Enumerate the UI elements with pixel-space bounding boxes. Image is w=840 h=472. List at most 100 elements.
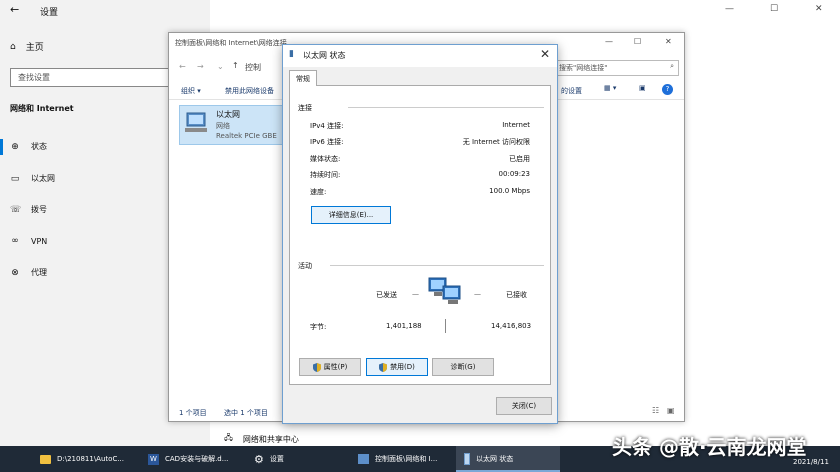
taskbar-item-ethernet-status[interactable]: 以太网 状态 xyxy=(456,446,560,472)
uac-shield-icon xyxy=(379,362,388,372)
diagnose-button[interactable]: 诊断(G) xyxy=(432,358,494,376)
connection-group-label: 连接 xyxy=(298,104,312,112)
cp-minimize-button[interactable]: — xyxy=(605,37,613,46)
media-state-value: 已启用 xyxy=(509,155,530,163)
activity-computers-icon xyxy=(428,277,461,304)
large-icons-view-icon[interactable]: ▣ xyxy=(667,406,675,415)
link-label: 网络和共享中心 xyxy=(242,434,299,444)
nav-label: 状态 xyxy=(31,142,47,151)
gear-icon: ⚙ xyxy=(254,452,264,466)
proxy-icon: ⊗ xyxy=(11,267,19,278)
ipv4-label: IPv4 连接: xyxy=(310,122,344,130)
taskbar-item-settings[interactable]: ⚙ 设置 xyxy=(246,446,350,472)
item-name: 以太网 xyxy=(216,110,240,119)
sent-dash: — xyxy=(412,290,419,298)
divider xyxy=(330,265,544,266)
nav-item-vpn[interactable]: ∞ VPN xyxy=(10,236,47,246)
details-button[interactable]: 详细信息(E)... xyxy=(311,206,391,224)
taskbar-item-explorer[interactable]: D:\210811\AutoC... xyxy=(32,446,136,472)
up-icon[interactable]: ↑ xyxy=(232,61,239,70)
network-sharing-center-link[interactable]: 🖧 网络和共享中心 xyxy=(224,432,299,446)
word-icon: W xyxy=(148,453,159,465)
control-panel-icon xyxy=(358,454,369,464)
item-sub: 网络 xyxy=(216,122,230,130)
cp-maximize-button[interactable]: ☐ xyxy=(634,37,641,46)
home-label: 主页 xyxy=(25,43,44,53)
nav-item-dialup[interactable]: ☏ 拨号 xyxy=(10,204,47,215)
folder-icon xyxy=(40,454,51,464)
dialog-title: 以太网 状态 xyxy=(303,51,346,60)
cp-search-input[interactable]: 搜索"网络连接" ⌕ xyxy=(554,60,679,76)
back-arrow-icon[interactable]: ← xyxy=(10,3,19,16)
general-tab-panel: 连接 IPv4 连接: Internet IPv6 连接: 无 Internet… xyxy=(289,85,551,385)
back-icon[interactable]: ← xyxy=(179,62,186,71)
network-adapter-icon xyxy=(185,112,207,132)
duration-label: 持续时间: xyxy=(310,171,341,179)
nav-item-proxy[interactable]: ⊗ 代理 xyxy=(10,267,47,278)
nav-item-status[interactable]: ⊕ 状态 xyxy=(10,141,47,152)
cp-close-button[interactable]: ✕ xyxy=(665,37,672,46)
taskbar-label: 以太网 状态 xyxy=(476,455,514,463)
nav-active-indicator xyxy=(0,139,3,155)
search-icon: ⌕ xyxy=(670,62,674,70)
help-icon[interactable]: ? xyxy=(662,84,673,95)
dialup-icon: ☏ xyxy=(10,204,22,215)
view-options-icon[interactable]: ▦ ▾ xyxy=(604,84,616,92)
taskbar-label: CAD安装与破解.d... xyxy=(165,455,229,463)
settings-close-button[interactable]: ✕ xyxy=(815,4,823,14)
status-selected: 选中 1 个项目 xyxy=(224,409,268,417)
settings-title: 设置 xyxy=(40,8,59,18)
nav-label: VPN xyxy=(31,236,48,246)
nav-label: 拨号 xyxy=(31,205,47,214)
speed-label: 速度: xyxy=(310,188,327,196)
forward-icon[interactable]: → xyxy=(197,62,204,71)
bytes-sent-value: 1,401,188 xyxy=(386,322,422,330)
bytes-label: 字节: xyxy=(310,323,327,331)
home-nav-item[interactable]: ⌂ 主页 xyxy=(10,40,44,54)
taskbar-label: 控制面板\网络和 I... xyxy=(375,455,438,463)
address-segment[interactable]: 控制 xyxy=(245,62,261,73)
status-icon: ⊕ xyxy=(11,141,19,152)
ethernet-icon: ▭ xyxy=(10,173,20,184)
nav-item-ethernet[interactable]: ▭ 以太网 xyxy=(10,173,55,184)
category-title: 网络和 Internet xyxy=(10,104,74,113)
item-adapter: Realtek PCIe GBE xyxy=(216,132,277,140)
sent-label: 已发送 xyxy=(376,291,397,299)
ipv6-value: 无 Internet 访问权限 xyxy=(462,138,530,146)
preview-pane-icon[interactable]: ▣ xyxy=(639,84,646,92)
history-dropdown-icon[interactable]: ⌄ xyxy=(217,62,224,71)
settings-maximize-button[interactable]: ☐ xyxy=(770,4,778,14)
properties-label: 属性(P) xyxy=(323,363,348,371)
disable-button[interactable]: 禁用(D) xyxy=(366,358,428,376)
ethernet-status-dialog: ▮ 以太网 状态 ✕ 常规 连接 IPv4 连接: Internet IPv6 … xyxy=(282,44,558,424)
divider xyxy=(348,107,544,108)
ipv6-label: IPv6 连接: xyxy=(310,138,344,146)
ethernet-connection-item[interactable]: 以太网 网络 Realtek PCIe GBE xyxy=(179,105,289,145)
organize-button[interactable]: 组织 ▾ xyxy=(181,86,201,96)
network-icon: ▮ xyxy=(289,49,294,59)
settings-minimize-button[interactable]: — xyxy=(725,4,734,14)
search-placeholder: 查找设置 xyxy=(18,73,50,82)
close-button[interactable]: 关闭(C) xyxy=(496,397,552,415)
received-label: 已接收 xyxy=(506,291,527,299)
tab-general[interactable]: 常规 xyxy=(289,70,317,86)
watermark: 头条 @散·云南龙网堂 xyxy=(612,435,807,459)
settings-button[interactable]: 的设置 xyxy=(561,86,582,96)
disable-device-button[interactable]: 禁用此网络设备 xyxy=(225,86,274,96)
taskbar-item-word[interactable]: W CAD安装与破解.d... xyxy=(140,446,244,472)
recv-dash: — xyxy=(474,290,481,298)
home-icon: ⌂ xyxy=(10,41,16,52)
taskbar-item-control-panel[interactable]: 控制面板\网络和 I... xyxy=(350,446,454,472)
dialog-close-icon[interactable]: ✕ xyxy=(540,47,550,61)
properties-button[interactable]: 属性(P) xyxy=(299,358,361,376)
details-view-icon[interactable]: ☷ xyxy=(652,406,659,415)
network-sharing-icon: 🖧 xyxy=(224,433,233,442)
taskbar-label: 设置 xyxy=(269,455,284,463)
duration-value: 00:09:23 xyxy=(498,170,530,178)
speed-value: 100.0 Mbps xyxy=(489,187,530,195)
disable-label: 禁用(D) xyxy=(390,363,415,371)
bytes-received-value: 14,416,803 xyxy=(491,322,532,330)
taskbar-label: D:\210811\AutoC... xyxy=(57,455,125,463)
status-count: 1 个项目 xyxy=(179,409,207,417)
activity-group-label: 活动 xyxy=(298,262,312,270)
